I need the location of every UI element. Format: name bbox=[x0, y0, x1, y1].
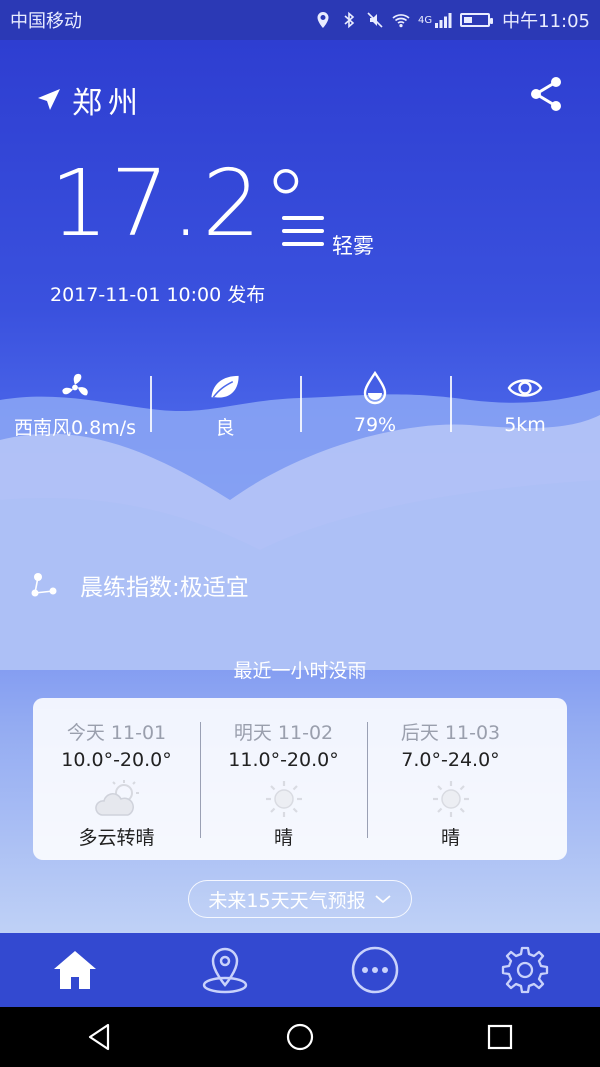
weather-stats: 西南风0.8m/s 良 79% 5km bbox=[0, 370, 600, 440]
drop-icon bbox=[363, 370, 387, 405]
tab-location[interactable] bbox=[195, 940, 255, 1000]
forecast-date: 今天 11-01 bbox=[66, 722, 167, 744]
leaf-icon bbox=[211, 375, 239, 398]
gear-icon bbox=[501, 946, 549, 994]
fan-icon bbox=[62, 373, 88, 396]
status-bar: 中国移动 4G 中午11:05 bbox=[0, 0, 600, 40]
location-pin-icon bbox=[202, 947, 248, 994]
wifi-icon bbox=[392, 14, 410, 28]
cloudy-sun-icon bbox=[94, 780, 139, 816]
forecast-day-today[interactable]: 今天 11-01 10.0°-20.0° 多云转晴 bbox=[33, 698, 200, 860]
exercise-text: 晨练指数:极适宜 bbox=[80, 575, 249, 601]
forecast-date: 明天 11-02 bbox=[233, 722, 334, 744]
more-icon bbox=[351, 946, 399, 994]
bluetooth-icon bbox=[344, 11, 355, 29]
chevron-down-icon bbox=[375, 895, 391, 904]
sun-icon bbox=[265, 781, 302, 817]
status-time: 中午11:05 bbox=[502, 11, 590, 32]
battery-icon bbox=[460, 13, 494, 27]
rain-notice: 最近一小时没雨 bbox=[233, 660, 367, 682]
stat-wind: 西南风0.8m/s bbox=[0, 370, 150, 440]
status-icons: 4G 中午11:05 bbox=[314, 7, 590, 33]
home-circle-icon[interactable] bbox=[284, 1021, 316, 1053]
sun-icon bbox=[432, 781, 469, 817]
stat-humidity: 79% bbox=[300, 370, 450, 440]
forecast-desc: 多云转晴 bbox=[78, 827, 155, 849]
wind-value: 西南风0.8m/s bbox=[13, 417, 137, 439]
tab-settings[interactable] bbox=[495, 940, 555, 1000]
forecast-button-label: 未来15天天气预报 bbox=[208, 889, 366, 912]
current-condition: 轻雾 bbox=[332, 234, 374, 258]
signal-icon bbox=[435, 13, 452, 28]
network-type-label: 4G bbox=[418, 15, 433, 26]
forecast-day-after-tomorrow[interactable]: 后天 11-03 7.0°-24.0° 晴 bbox=[367, 698, 534, 860]
recents-icon[interactable] bbox=[484, 1021, 516, 1053]
bottom-tab-bar bbox=[0, 933, 600, 1007]
molecule-icon bbox=[31, 573, 57, 597]
tab-more[interactable] bbox=[345, 940, 405, 1000]
city-name: 郑州 bbox=[72, 86, 144, 121]
forecast-range: 10.0°-20.0° bbox=[61, 749, 172, 771]
forecast-range: 11.0°-20.0° bbox=[228, 749, 339, 771]
three-day-forecast: 今天 11-01 10.0°-20.0° 多云转晴 明天 11-02 11.0°… bbox=[33, 698, 567, 860]
forecast-range: 7.0°-24.0° bbox=[401, 749, 500, 771]
forecast-date: 后天 11-03 bbox=[400, 722, 501, 744]
fog-icon bbox=[282, 216, 324, 246]
humidity-value: 79% bbox=[353, 414, 397, 436]
back-icon[interactable] bbox=[84, 1021, 116, 1053]
tab-home[interactable] bbox=[45, 940, 105, 1000]
air-quality-value: 良 bbox=[215, 417, 235, 439]
system-navigation-bar bbox=[0, 1007, 600, 1067]
location-icon bbox=[317, 12, 329, 28]
fifteen-day-forecast-button[interactable]: 未来15天天气预报 bbox=[188, 880, 412, 918]
exercise-index[interactable]: 晨练指数:极适宜 bbox=[30, 568, 249, 602]
weather-main: 郑州 17.2° 轻雾 2017-11-01 10:00 发布 西南风0.8m/… bbox=[0, 40, 600, 933]
forecast-desc: 晴 bbox=[440, 827, 460, 849]
share-icon[interactable] bbox=[526, 74, 566, 114]
forecast-day-tomorrow[interactable]: 明天 11-02 11.0°-20.0° 晴 bbox=[200, 698, 367, 860]
home-icon bbox=[54, 951, 96, 989]
stat-air-quality: 良 bbox=[150, 370, 300, 440]
forecast-desc: 晴 bbox=[273, 827, 293, 849]
stat-visibility: 5km bbox=[450, 370, 600, 440]
mute-icon bbox=[367, 12, 383, 28]
publish-time: 2017-11-01 10:00 发布 bbox=[50, 284, 266, 306]
eye-icon bbox=[507, 379, 543, 397]
current-temperature: 17.2° bbox=[50, 150, 311, 257]
navigation-arrow-icon bbox=[38, 89, 60, 110]
visibility-value: 5km bbox=[504, 414, 546, 436]
location-row[interactable]: 郑州 bbox=[36, 78, 144, 122]
carrier-label: 中国移动 bbox=[10, 11, 82, 32]
